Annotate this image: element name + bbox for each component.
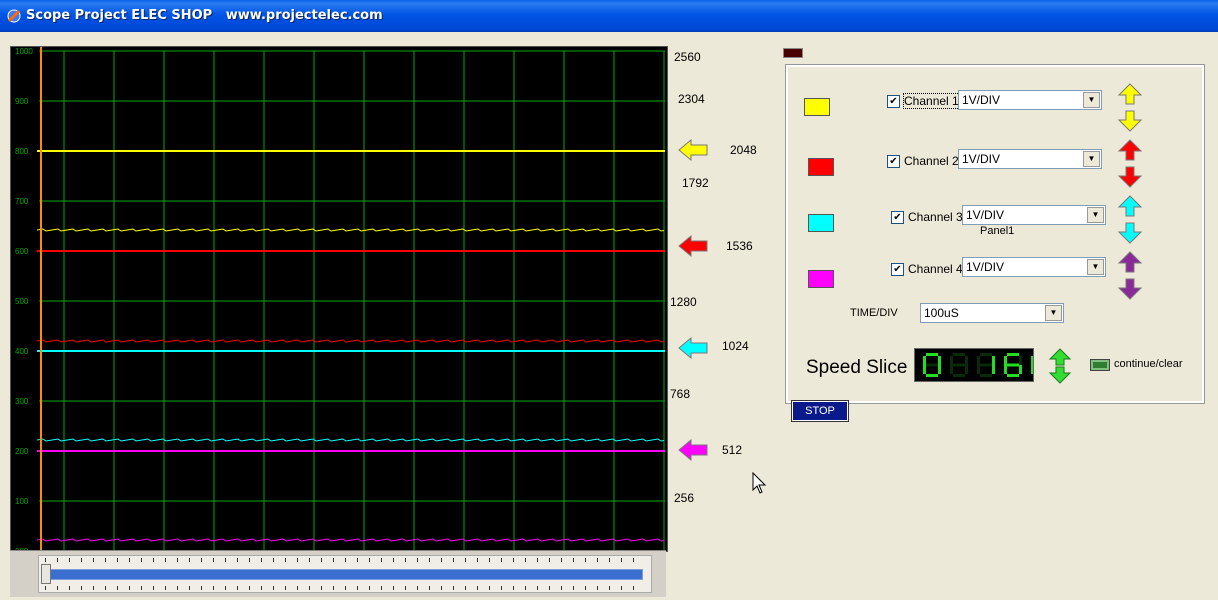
channel-1-color-swatch: [804, 98, 830, 116]
channel-1-offset-arrow-icon[interactable]: [678, 139, 708, 161]
trackbar-ticks-top: [45, 558, 645, 562]
channel-4-volt-div-select[interactable]: 1V/DIV ▼: [962, 257, 1106, 277]
channel-4-down-arrow-icon[interactable]: [1118, 278, 1142, 300]
seven-segment-readout: [923, 353, 1049, 377]
channel-1-up-arrow-icon[interactable]: [1118, 83, 1142, 105]
stop-button[interactable]: STOP: [791, 400, 849, 422]
channel-1-checkbox[interactable]: ✔: [887, 95, 900, 108]
channel-3-checkbox[interactable]: ✔: [891, 211, 904, 224]
chevron-down-icon[interactable]: ▼: [1087, 259, 1104, 275]
channel-4-up-arrow-icon[interactable]: [1118, 251, 1142, 273]
channel-3-up-arrow-icon[interactable]: [1118, 195, 1142, 217]
channel-1-volt-div-value: 1V/DIV: [962, 93, 1001, 107]
time-scroll-area: [10, 550, 666, 597]
scope-canvas: 1000900800700600500400300200100000: [15, 47, 665, 551]
right-scale-label: 512: [722, 443, 743, 457]
status-led: [783, 48, 803, 58]
channel-4-color-swatch: [808, 270, 834, 288]
channel-4-trace: [36, 538, 665, 542]
y-tick-label: 500: [15, 297, 29, 306]
channel-3-trace: [36, 438, 665, 442]
channel-2-volt-div-value: 1V/DIV: [962, 152, 1001, 166]
y-tick-label: 700: [15, 197, 29, 206]
control-panel: ✔ Channel 1 1V/DIV ▼ ✔ Channel 2 1V/DIV …: [785, 64, 1205, 404]
y-tick-label: 200: [15, 447, 29, 456]
channel-2-color-swatch: [808, 158, 834, 176]
right-scale-label: 2304: [678, 92, 705, 106]
continue-clear-toggle[interactable]: [1090, 359, 1110, 371]
seven-segment-digit: [1004, 353, 1022, 377]
seven-segment-digit: [950, 353, 968, 377]
channel-1-label: Channel 1: [903, 93, 960, 109]
channel-1-trace: [36, 228, 665, 232]
right-scale-label: 1536: [726, 239, 753, 253]
channel-2-checkbox[interactable]: ✔: [887, 155, 900, 168]
scope-display: 1000900800700600500400300200100000: [10, 46, 668, 552]
seven-segment-digit: [977, 353, 995, 377]
y-tick-label: 800: [15, 147, 29, 156]
seven-segment-digit: [923, 353, 941, 377]
time-div-select[interactable]: 100uS ▼: [920, 303, 1064, 323]
y-tick-label: 100: [15, 497, 29, 506]
chevron-down-icon[interactable]: ▼: [1083, 92, 1100, 108]
channel-2-up-arrow-icon[interactable]: [1118, 139, 1142, 161]
right-scale-label: 1792: [682, 176, 709, 190]
app-icon: [7, 9, 21, 23]
speed-slice-display: [914, 348, 1049, 382]
panel-caption: Panel1: [980, 225, 1015, 237]
time-trackbar[interactable]: [38, 555, 652, 593]
time-div-value: 100uS: [924, 306, 959, 320]
speed-up-down-icon[interactable]: [1048, 348, 1072, 384]
channel-3-volt-div-select[interactable]: 1V/DIV ▼: [962, 205, 1106, 225]
channel-3-label: Channel 3: [908, 210, 963, 224]
channel-1-down-arrow-icon[interactable]: [1118, 110, 1142, 132]
trackbar-ticks-bottom: [45, 586, 645, 590]
right-scale-label: 1024: [722, 339, 749, 353]
trackbar-channel: [43, 569, 643, 580]
channel-3-offset-arrow-icon[interactable]: [678, 337, 708, 359]
right-scale-label: 2560: [674, 50, 701, 64]
channel-4-volt-div-value: 1V/DIV: [966, 260, 1005, 274]
mouse-cursor-icon: [752, 472, 767, 494]
trackbar-thumb[interactable]: [41, 564, 51, 584]
continue-clear-label: continue/clear: [1114, 358, 1183, 370]
channel-2-trace: [36, 339, 665, 343]
y-tick-label: 900: [15, 97, 29, 106]
channel-3-volt-div-value: 1V/DIV: [966, 208, 1005, 222]
title-bar: Scope Project ELEC SHOP www.projectelec.…: [0, 0, 1218, 32]
channel-1-volt-div-select[interactable]: 1V/DIV ▼: [958, 90, 1102, 110]
channel-4-offset-arrow-icon[interactable]: [678, 439, 708, 461]
channel-4-checkbox[interactable]: ✔: [891, 263, 904, 276]
y-tick-label: 400: [15, 347, 29, 356]
y-tick-label: 1000: [15, 47, 33, 56]
speed-slice-label: Speed Slice: [806, 357, 908, 378]
chevron-down-icon[interactable]: ▼: [1087, 207, 1104, 223]
channel-2-label: Channel 2: [904, 154, 959, 168]
channel-2-down-arrow-icon[interactable]: [1118, 166, 1142, 188]
chevron-down-icon[interactable]: ▼: [1083, 151, 1100, 167]
time-div-label: TIME/DIV: [850, 307, 898, 319]
right-scale-label: 2048: [730, 143, 757, 157]
chevron-down-icon[interactable]: ▼: [1045, 305, 1062, 321]
right-scale-label: 1280: [670, 295, 697, 309]
right-scale-label: 768: [670, 387, 691, 401]
seven-segment-digit: [1031, 353, 1049, 377]
right-scale-label: 256: [674, 491, 695, 505]
y-tick-label: 600: [15, 247, 29, 256]
channel-2-offset-arrow-icon[interactable]: [678, 235, 708, 257]
channel-2-volt-div-select[interactable]: 1V/DIV ▼: [958, 149, 1102, 169]
window-title: Scope Project ELEC SHOP www.projectelec.…: [26, 8, 383, 23]
channel-3-color-swatch: [808, 214, 834, 232]
y-tick-label: 300: [15, 397, 29, 406]
channel-4-label: Channel 4: [908, 262, 963, 276]
channel-3-down-arrow-icon[interactable]: [1118, 222, 1142, 244]
